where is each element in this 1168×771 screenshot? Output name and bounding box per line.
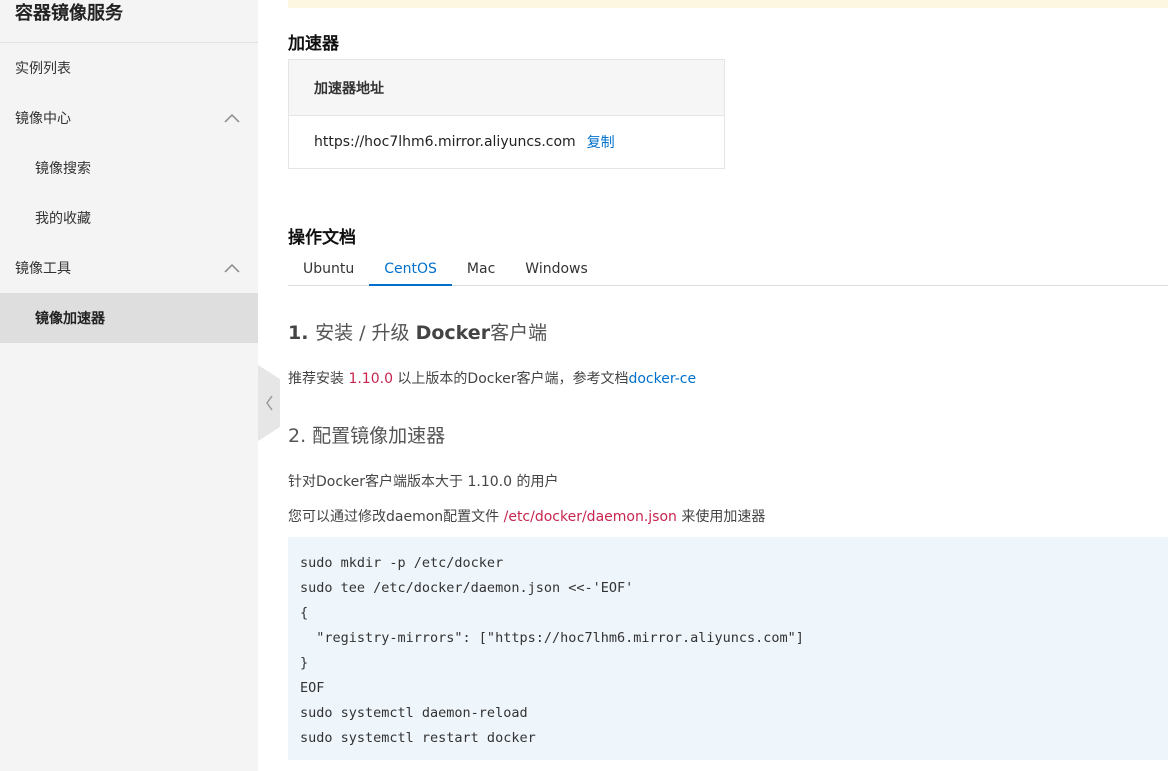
code-line: sudo tee /etc/docker/daemon.json <<-'EOF…	[300, 580, 634, 596]
code-line: }	[300, 655, 309, 671]
text: 您可以通过修改daemon配置文件	[288, 509, 504, 525]
sidebar-item-image-search[interactable]: 镜像搜索	[0, 143, 258, 193]
sidebar-item-image-accelerator[interactable]: 镜像加速器	[0, 293, 258, 343]
text: 以上版本的Docker客户端，参考文档	[392, 371, 629, 387]
step-number: 1.	[288, 322, 316, 344]
notice-banner	[288, 0, 1168, 8]
code-line: sudo systemctl daemon-reload	[300, 705, 528, 721]
code-line: sudo systemctl restart docker	[300, 730, 536, 746]
os-tabs: Ubuntu CentOS Mac Windows	[288, 254, 1168, 286]
code-line: EOF	[300, 680, 325, 696]
sidebar-item-label: 实例列表	[15, 61, 71, 77]
step2-heading: 2. 配置镜像加速器	[288, 425, 446, 447]
sidebar-group-image-tools[interactable]: 镜像工具	[0, 243, 258, 293]
sidebar-item-label: 我的收藏	[35, 211, 91, 227]
tab-centos[interactable]: CentOS	[369, 254, 452, 286]
accelerator-table: 加速器地址 https://hoc7lhm6.mirror.aliyuncs.c…	[288, 59, 725, 169]
sidebar-item-my-favorites[interactable]: 我的收藏	[0, 193, 258, 243]
accelerator-section-title: 加速器	[288, 34, 339, 54]
version-highlight: 1.10.0	[348, 371, 393, 387]
sidebar-title: 容器镜像服务	[0, 0, 258, 43]
tab-windows[interactable]: Windows	[510, 254, 603, 286]
docker-ce-link[interactable]: docker-ce	[628, 371, 696, 387]
sidebar-item-label: 镜像加速器	[35, 311, 105, 327]
code-line: sudo mkdir -p /etc/docker	[300, 555, 504, 571]
sidebar-item-label: 镜像中心	[15, 111, 71, 127]
sidebar-group-image-center[interactable]: 镜像中心	[0, 93, 258, 143]
step2-config-hint: 您可以通过修改daemon配置文件 /etc/docker/daemon.jso…	[288, 506, 765, 526]
accelerator-table-header: 加速器地址	[289, 60, 724, 116]
tab-mac[interactable]: Mac	[452, 254, 510, 286]
tab-ubuntu[interactable]: Ubuntu	[288, 254, 369, 286]
sidebar-item-instance-list[interactable]: 实例列表	[0, 43, 258, 93]
step1-description: 推荐安装 1.10.0 以上版本的Docker客户端，参考文档docker-ce	[288, 368, 696, 388]
copy-link[interactable]: 复制	[587, 132, 615, 152]
text: 来使用加速器	[676, 509, 766, 525]
docs-section-title: 操作文档	[288, 228, 356, 248]
sidebar: 容器镜像服务 实例列表 镜像中心 镜像搜索 我的收藏 镜像工具 镜像加速器	[0, 0, 258, 771]
main-content: 加速器 加速器地址 https://hoc7lhm6.mirror.aliyun…	[288, 0, 1168, 771]
step2-description: 针对Docker客户端版本大于 1.10.0 的用户	[288, 474, 559, 490]
sidebar-item-label: 镜像搜索	[35, 161, 91, 177]
sidebar-collapse-handle[interactable]	[258, 365, 280, 441]
code-block[interactable]: sudo mkdir -p /etc/docker sudo tee /etc/…	[288, 537, 1168, 760]
step1-heading: 1. 安装 / 升级 Docker客户端	[288, 318, 547, 345]
sidebar-item-label: 镜像工具	[15, 261, 71, 277]
code-line: "registry-mirrors": ["https://hoc7lhm6.m…	[300, 630, 804, 646]
chevron-up-icon[interactable]	[224, 113, 240, 123]
step-title-bold: Docker	[415, 322, 491, 344]
chevron-up-icon[interactable]	[224, 263, 240, 273]
step-title-suffix: 客户端	[490, 322, 548, 344]
config-path: /etc/docker/daemon.json	[503, 509, 677, 525]
text: 推荐安装	[288, 371, 349, 387]
accelerator-table-row: https://hoc7lhm6.mirror.aliyuncs.com 复制	[289, 116, 724, 168]
column-header: 加速器地址	[314, 80, 384, 97]
code-line: {	[300, 605, 309, 621]
step-title: 安装 / 升级	[315, 322, 410, 344]
accelerator-address: https://hoc7lhm6.mirror.aliyuncs.com	[314, 134, 576, 150]
